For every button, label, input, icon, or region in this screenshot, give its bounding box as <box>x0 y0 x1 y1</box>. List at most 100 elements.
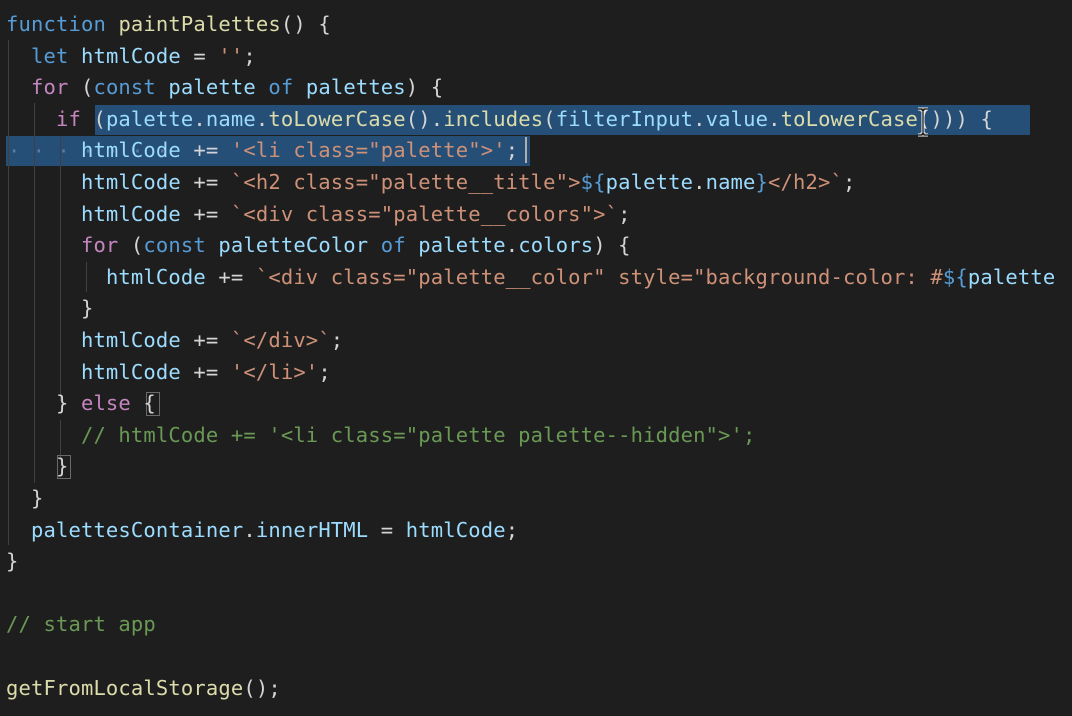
code-token: for <box>80 233 119 258</box>
code-token: += <box>205 264 256 289</box>
code-line[interactable]: for (const palette of palettes) { <box>6 72 443 102</box>
code-token: ) { <box>593 233 631 258</box>
code-line[interactable]: let htmlCode = ''; <box>6 41 256 71</box>
code-token: htmlCode <box>80 138 181 163</box>
code-token: += <box>180 359 231 384</box>
code-token: getFromLocalStorage <box>6 675 244 700</box>
code-token: ; <box>330 328 344 352</box>
code-token: // htmlCode += '<li class="palette palet… <box>80 422 756 447</box>
code-token: palette <box>418 233 506 258</box>
code-editor[interactable]: · · · · · · · function paintPalettes() {… <box>0 0 1072 716</box>
code-token: . <box>255 106 269 131</box>
code-token: `<div class="palette__color" style="back… <box>255 264 943 289</box>
code-token: = <box>368 517 406 542</box>
code-line[interactable]: htmlCode += `<div class="palette__color"… <box>6 262 1055 292</box>
code-line[interactable]: for (const paletteColor of palette.color… <box>6 230 631 260</box>
code-token: palette <box>168 75 256 100</box>
code-token: ${ <box>942 264 968 289</box>
code-line[interactable]: } <box>6 293 93 323</box>
code-token: htmlCode <box>80 359 181 384</box>
code-line[interactable]: function paintPalettes() { <box>6 9 331 39</box>
code-token: { <box>130 391 156 416</box>
code-token: const <box>93 75 156 100</box>
code-token: for <box>30 75 69 100</box>
code-token: htmlCode <box>80 170 181 194</box>
code-token: `<div class="palette__colors">` <box>230 201 619 226</box>
code-token: filterInput <box>555 106 694 131</box>
code-token: toLowerCase <box>268 106 406 131</box>
code-token: ; <box>318 359 331 384</box>
code-token: paintPalettes <box>118 12 281 36</box>
code-token: includes <box>443 106 544 131</box>
code-token: ; <box>843 170 856 194</box>
code-token: ( <box>80 106 106 131</box>
code-line[interactable]: getFromLocalStorage(); <box>6 673 281 703</box>
code-line[interactable]: palettesContainer.innerHTML = htmlCode; <box>6 515 518 545</box>
code-token: let <box>30 43 69 68</box>
code-token: . <box>693 106 706 131</box>
code-token: htmlCode <box>80 328 181 352</box>
code-line[interactable]: } else { <box>6 388 156 418</box>
ibeam-cursor-icon <box>918 107 928 137</box>
code-token: ${ <box>580 170 606 194</box>
code-token: (). <box>405 106 444 131</box>
code-token: (); <box>243 675 281 700</box>
code-token: function <box>6 12 106 36</box>
code-token: ; <box>243 43 256 68</box>
code-token: htmlCode <box>80 43 181 68</box>
code-line[interactable]: // start app <box>6 609 156 639</box>
code-token: += <box>180 170 231 194</box>
code-token: += <box>180 201 231 226</box>
code-token: = <box>180 43 219 68</box>
code-token: htmlCode <box>80 201 181 226</box>
code-line[interactable]: } <box>6 546 19 576</box>
code-line[interactable]: } <box>6 483 43 513</box>
code-line[interactable]: htmlCode += '<li class="palette">'; <box>6 135 518 165</box>
code-token: ( <box>68 75 94 100</box>
code-token: if <box>55 106 81 131</box>
code-token: // start app <box>6 612 156 637</box>
code-token: . <box>768 106 781 131</box>
code-line[interactable]: // htmlCode += '<li class="palette palet… <box>6 420 756 450</box>
code-token: htmlCode <box>105 264 206 289</box>
code-token: innerHTML <box>255 517 369 542</box>
code-token: `</div>` <box>230 328 331 352</box>
code-line[interactable]: htmlCode += '</li>'; <box>6 357 331 387</box>
code-line[interactable]: if (palette.name.toLowerCase().includes(… <box>6 104 993 134</box>
code-line[interactable]: htmlCode += `<h2 class="palette__title">… <box>6 167 856 197</box>
code-line[interactable]: htmlCode += `<div class="palette__colors… <box>6 199 631 229</box>
code-token: '' <box>218 43 244 68</box>
code-token: palettes <box>305 75 406 100</box>
code-line[interactable]: htmlCode += `</div>`; <box>6 325 343 355</box>
code-token: htmlCode <box>405 517 506 542</box>
code-token: paletteColor <box>218 233 369 258</box>
code-token: } <box>6 454 69 479</box>
code-token: . <box>243 517 256 542</box>
code-token: '</li>' <box>230 359 319 384</box>
code-token: '<li class="palette">' <box>230 138 506 163</box>
code-token: () { <box>280 12 331 36</box>
code-line[interactable]: } <box>6 451 68 481</box>
code-token: else <box>80 391 131 416</box>
code-token: const <box>143 233 206 258</box>
code-token: } <box>755 170 769 194</box>
code-token: name <box>205 106 256 131</box>
code-token: colors <box>518 233 594 258</box>
